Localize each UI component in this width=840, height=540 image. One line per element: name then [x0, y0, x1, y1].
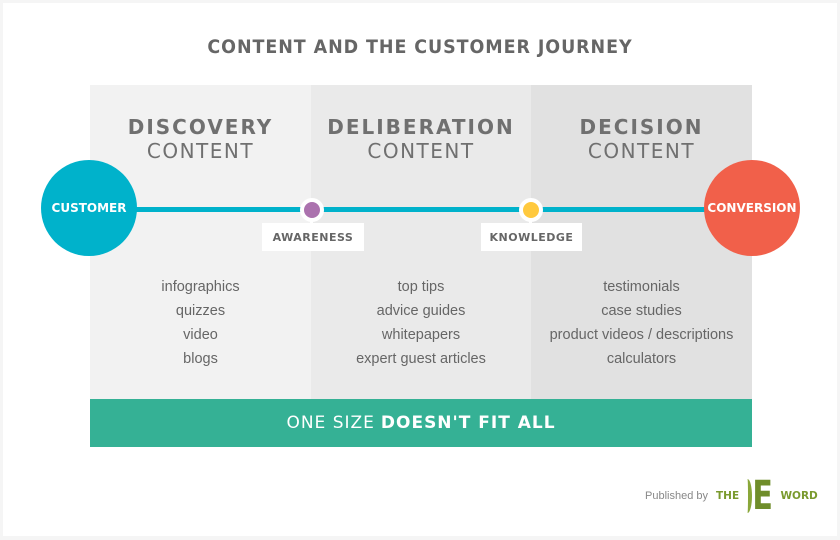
conversion-node: CONVERSION — [704, 160, 800, 256]
list-item: quizzes — [175, 303, 226, 319]
logo-text-the: THE — [716, 490, 740, 502]
stage-subtitle: CONTENT — [367, 139, 475, 163]
e-word-logo-icon: E — [743, 473, 776, 519]
logo-text-word: WORD — [780, 490, 818, 502]
list-item: case studies — [601, 303, 682, 319]
content-list: testimonials case studies product videos… — [531, 275, 752, 371]
awareness-tag: AWARENESS — [262, 223, 364, 251]
knowledge-tag: KNOWLEDGE — [481, 223, 582, 251]
list-item: video — [183, 327, 218, 343]
list-item: infographics — [161, 279, 240, 295]
stage-header: DECISION CONTENT — [531, 115, 752, 163]
content-list: infographics quizzes video blogs — [90, 275, 311, 371]
list-item: whitepapers — [381, 327, 461, 343]
logo-letter-e: E — [752, 473, 774, 519]
list-item: blogs — [183, 351, 218, 367]
stage-name: DELIBERATION — [327, 115, 515, 139]
publisher-credit: Published by THE E WORD — [645, 473, 818, 519]
logo-bracket-shape — [743, 479, 753, 513]
journey-line — [120, 207, 720, 212]
customer-node: CUSTOMER — [41, 160, 137, 256]
tagline-banner: ONE SIZE DOESN'T FIT ALL — [90, 399, 752, 447]
content-list: top tips advice guides whitepapers exper… — [311, 275, 531, 371]
list-item: testimonials — [603, 279, 680, 295]
stage-header: DELIBERATION CONTENT — [311, 115, 531, 163]
customer-label: CUSTOMER — [51, 201, 127, 215]
list-item: top tips — [397, 279, 445, 295]
list-item: calculators — [606, 351, 677, 367]
stage-name: DISCOVERY — [127, 115, 274, 139]
stage-subtitle: CONTENT — [587, 139, 696, 163]
infographic-title: CONTENT AND THE CUSTOMER JOURNEY — [207, 36, 633, 58]
banner-text-bold: DOESN'T FIT ALL — [380, 413, 556, 433]
list-item: advice guides — [376, 303, 466, 319]
stage-header: DISCOVERY CONTENT — [90, 115, 311, 163]
published-by-label: Published by — [645, 490, 708, 502]
banner-text-regular: ONE SIZE — [286, 413, 375, 433]
stage-subtitle: CONTENT — [146, 139, 255, 163]
list-item: expert guest articles — [356, 351, 486, 367]
stage-name: DECISION — [579, 115, 704, 139]
list-item: product videos / descriptions — [549, 327, 734, 343]
conversion-label: CONVERSION — [707, 201, 797, 215]
